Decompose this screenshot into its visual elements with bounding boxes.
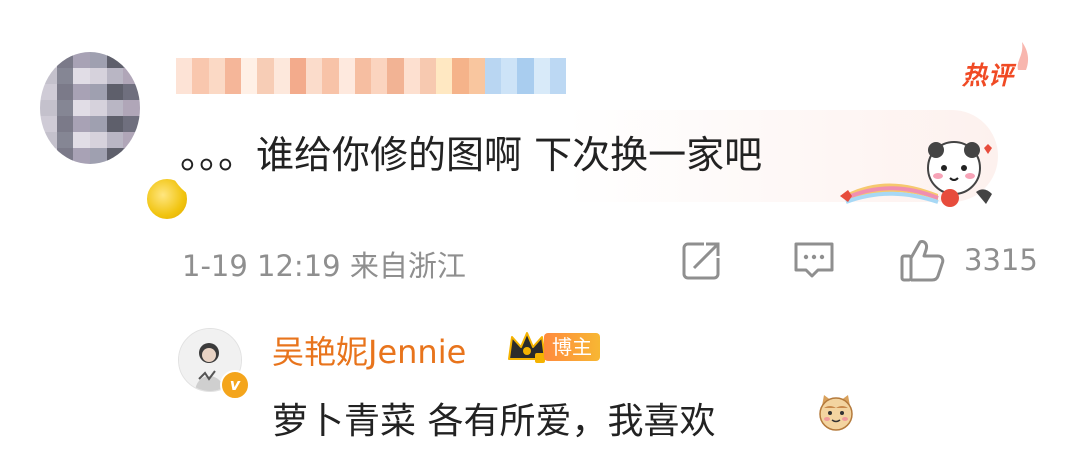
name-pixel — [306, 58, 323, 94]
name-pixel — [354, 58, 371, 94]
avatar-pixel — [56, 52, 74, 68]
avatar-pixel — [123, 132, 140, 148]
share-icon[interactable] — [680, 238, 724, 282]
like-count: 3315 — [964, 243, 1038, 277]
avatar-pixel — [106, 132, 124, 148]
avatar-pixel — [106, 68, 124, 84]
thumbs-up-icon[interactable] — [898, 236, 946, 284]
avatar-pixel — [40, 148, 57, 164]
avatar-pixel — [40, 100, 57, 116]
name-pixel — [419, 58, 436, 94]
name-pixel — [289, 58, 306, 94]
avatar-pixel — [40, 68, 57, 84]
name-pixel — [273, 58, 290, 94]
name-pixel — [208, 58, 225, 94]
avatar-pixel — [73, 116, 90, 132]
avatar-pixel — [89, 68, 107, 84]
name-pixel — [484, 58, 501, 94]
hot-comment-badge: 热评 — [962, 61, 1015, 90]
avatar-pixel — [89, 84, 107, 100]
commenter-avatar[interactable] — [40, 52, 190, 222]
verified-badge: v — [220, 370, 250, 400]
name-pixel — [322, 58, 339, 94]
name-pixel — [387, 58, 404, 94]
avatar-pixel — [89, 148, 107, 164]
name-pixel — [371, 58, 388, 94]
avatar-pixel — [56, 132, 74, 148]
name-pixel — [517, 58, 534, 94]
avatar-pixel — [56, 100, 74, 116]
name-pixel — [549, 58, 566, 94]
avatar-pixel — [106, 116, 124, 132]
avatar-pixel — [73, 84, 90, 100]
avatar-pixel — [56, 84, 74, 100]
crown-icon — [508, 332, 546, 363]
avatar-pixel — [123, 100, 140, 116]
name-pixel — [403, 58, 420, 94]
name-pixel — [436, 58, 453, 94]
reply-author-name[interactable]: 吴艳妮Jennie — [272, 327, 466, 373]
avatar-pixel — [89, 132, 107, 148]
avatar-pixel — [73, 148, 90, 164]
avatar-pixel — [56, 116, 74, 132]
comment-icon[interactable] — [792, 238, 836, 282]
name-pixel — [501, 58, 518, 94]
cat-emoji-icon — [819, 395, 853, 431]
avatar-pixel — [123, 68, 140, 84]
avatar-pixel — [106, 84, 124, 100]
reply-text: 萝卜青菜 各有所爱，我喜欢 — [272, 401, 716, 442]
avatar-pixel — [89, 100, 107, 116]
name-pixel — [257, 58, 274, 94]
name-pixel — [452, 58, 469, 94]
comment-timestamp-location: 1-19 12:19 来自浙江 — [182, 249, 466, 283]
avatar-pixel — [123, 52, 140, 68]
avatar-pixel — [73, 100, 90, 116]
avatar-pixel — [40, 132, 57, 148]
avatar-pixel — [40, 116, 57, 132]
avatar-pixel — [123, 116, 140, 132]
avatar-pixel — [106, 148, 124, 164]
avatar-pixel — [40, 52, 57, 68]
avatar-pixel — [106, 100, 124, 116]
flame-icon — [1017, 42, 1029, 70]
avatar-pixel — [89, 52, 107, 68]
avatar-pixel — [123, 148, 140, 164]
panda-sticker-icon — [840, 141, 992, 207]
avatar-pixel — [123, 84, 140, 100]
avatar-pixel — [73, 68, 90, 84]
commenter-name-redacted[interactable] — [176, 58, 566, 94]
name-pixel — [338, 58, 355, 94]
comment-text: 。。。谁给你修的图啊 下次换一家吧 — [180, 133, 763, 177]
avatar-pixel — [89, 116, 107, 132]
avatar-pixel — [40, 84, 57, 100]
avatar-pixel — [56, 68, 74, 84]
avatar-pixel — [56, 148, 74, 164]
name-pixel — [241, 58, 258, 94]
name-pixel — [176, 58, 193, 94]
name-pixel — [224, 58, 241, 94]
blogger-badge: 博主 — [544, 333, 600, 361]
name-pixel — [533, 58, 550, 94]
avatar-pixel — [73, 132, 90, 148]
name-pixel — [192, 58, 209, 94]
name-pixel — [468, 58, 485, 94]
avatar-pixel — [106, 52, 124, 68]
avatar-pixel — [73, 52, 90, 68]
